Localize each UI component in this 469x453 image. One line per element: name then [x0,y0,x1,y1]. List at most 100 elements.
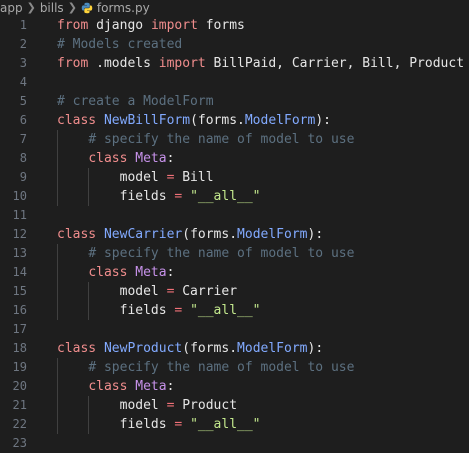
code-text: # specify the name of model to use [27,130,469,149]
indent-guide [88,187,90,206]
code-line[interactable]: 13 # specify the name of model to use [0,244,469,263]
code-line[interactable]: 20 class Meta: [0,377,469,396]
code-text: # specify the name of model to use [27,244,469,263]
code-line[interactable]: 17 [0,320,469,339]
code-text: class NewProduct(forms.ModelForm): [27,339,469,358]
code-line[interactable]: 23 [0,434,469,453]
code-line[interactable]: 12 class NewCarrier(forms.ModelForm): [0,225,469,244]
code-token: "__all__" [190,189,261,204]
breadcrumb: app ❯ bills ❯ forms.py [0,0,469,16]
indent-guide [57,415,58,434]
code-line[interactable]: 4 [0,73,469,92]
code-token: # specify the name of model to use [88,132,355,147]
indent-guide [88,168,90,187]
code-token: class [57,113,97,128]
code-line[interactable]: 9 model = Bill [0,168,469,187]
code-text: class Meta: [27,377,469,396]
code-line[interactable]: 22 fields = "__all__" [0,415,469,434]
code-token: class [57,341,97,356]
code-line[interactable]: 2 # Models created [0,35,469,54]
code-token: from [57,18,89,33]
breadcrumb-item-bills[interactable]: bills [40,0,64,16]
code-text: model = Product [27,396,469,415]
code-token: (forms. [190,113,245,128]
line-number: 8 [19,151,27,165]
code-line[interactable]: 21 model = Product [0,396,469,415]
code-token: NewBillForm [103,113,191,128]
code-text: fields = "__all__" [27,187,469,206]
indent-guide [57,396,58,415]
indent-guide [57,301,58,320]
code-line[interactable]: 15 model = Carrier [0,282,469,301]
code-token: model [57,170,167,185]
code-line[interactable]: 3 from .models import BillPaid, Carrier, … [0,54,469,73]
code-text: from django import forms [27,16,469,35]
code-line[interactable]: 8 class Meta: [0,149,469,168]
code-token: ): [307,227,324,242]
line-number: 1 [19,18,27,32]
code-token: NewCarrier [103,227,183,242]
code-line[interactable]: 7 # specify the name of model to use [0,130,469,149]
code-token: NewProduct [103,341,183,356]
code-token: # specify the name of model to use [88,360,355,375]
code-token: fields [57,189,175,204]
code-token: fields [57,417,175,432]
code-editor[interactable]: 1 from django import forms 2 # Models creat… [0,16,469,453]
indent-guide [57,149,58,168]
code-token: ModelForm [237,341,308,356]
line-number: 11 [12,208,27,222]
code-text: class NewCarrier(forms.ModelForm): [27,225,469,244]
code-token: class [57,227,97,242]
line-number: 15 [12,284,27,298]
chevron-right-icon: ❯ [67,1,77,14]
code-line[interactable]: 16 fields = "__all__" [0,301,469,320]
line-number: 12 [12,227,27,241]
code-line[interactable]: 18 class NewProduct(forms.ModelForm): [0,339,469,358]
line-number: 18 [12,341,27,355]
code-line[interactable]: 5 # create a ModelForm [0,92,469,111]
indent-guide [57,358,58,377]
code-token: : [166,379,175,394]
code-line[interactable]: 14 class Meta: [0,263,469,282]
code-token: Meta [135,379,167,394]
line-number: 16 [12,303,27,317]
code-token: : [166,265,175,280]
line-number: 20 [12,379,27,393]
code-token: ): [315,113,331,128]
code-token: forms [197,18,245,33]
line-number: 22 [12,417,27,431]
code-token: ModelForm [244,113,316,128]
breadcrumb-item-app[interactable]: app [0,0,23,16]
line-number: 23 [12,436,27,450]
code-text: # Models created [27,35,469,54]
code-token: "__all__" [190,417,261,432]
indent-guide [57,130,58,149]
code-text: fields = "__all__" [27,301,469,320]
code-token: "__all__" [190,303,261,318]
code-line[interactable]: 19 # specify the name of model to use [0,358,469,377]
line-number: 4 [19,75,27,89]
code-line[interactable]: 6 class NewBillForm(forms.ModelForm): [0,111,469,130]
code-token: django [88,18,151,33]
code-token: class [88,379,128,394]
code-token: (forms. [182,227,238,242]
code-line[interactable]: 11 [0,206,469,225]
code-token: : [166,151,175,166]
breadcrumb-item-file[interactable]: forms.py [97,0,150,16]
code-token: import [150,18,198,33]
indent-guide [57,377,58,396]
code-line[interactable]: 1 from django import forms [0,16,469,35]
line-number: 21 [12,398,27,412]
code-token: class [88,151,128,166]
code-line[interactable]: 10 fields = "__all__" [0,187,469,206]
